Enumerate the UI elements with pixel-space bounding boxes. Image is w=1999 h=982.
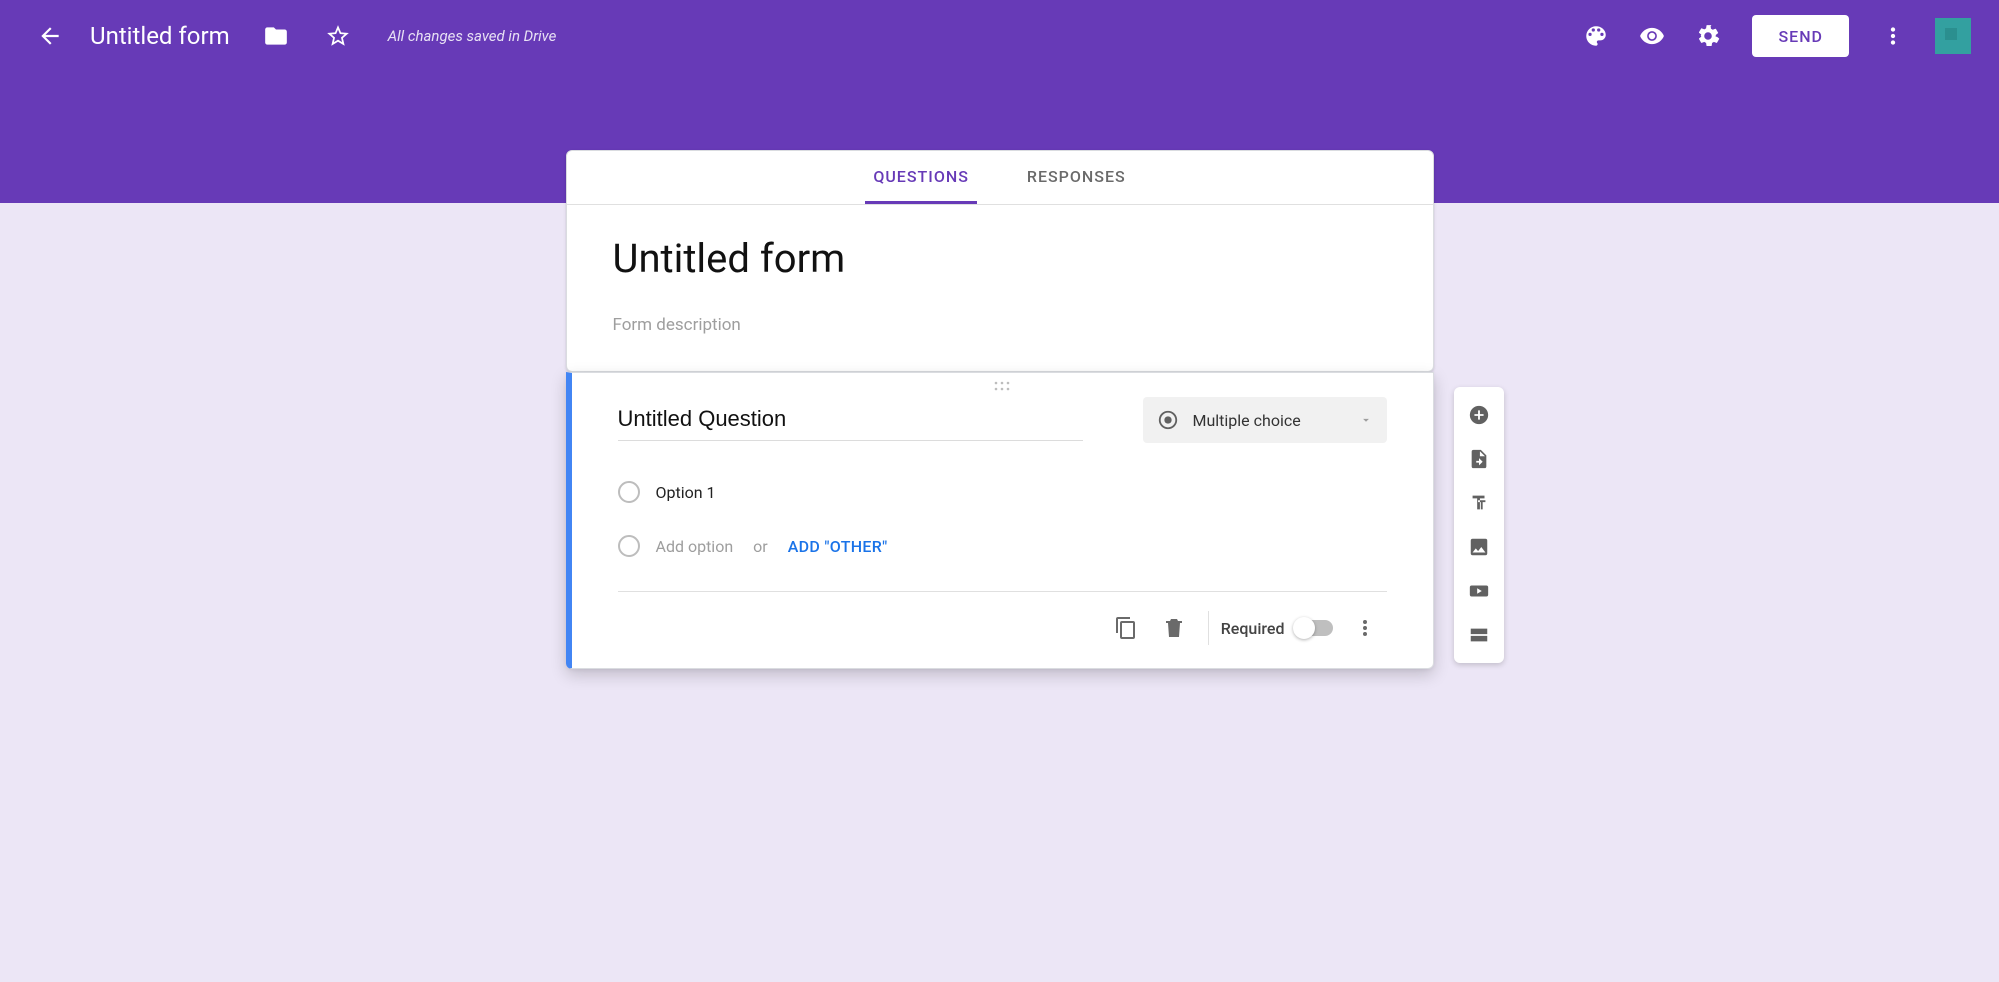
floating-toolbar [1454, 387, 1504, 663]
radio-icon [1157, 409, 1179, 431]
import-icon [1468, 448, 1490, 470]
add-image-button[interactable] [1457, 525, 1501, 569]
tab-questions[interactable]: QUESTIONS [865, 151, 977, 204]
radio-outline-icon [618, 481, 640, 503]
question-footer: Required [618, 591, 1387, 668]
question-more-button[interactable] [1343, 606, 1387, 650]
option-row[interactable]: Option 1 [618, 471, 1387, 513]
preview-button[interactable] [1630, 14, 1674, 58]
folder-icon [263, 23, 289, 49]
add-other-button[interactable]: ADD "OTHER" [788, 537, 888, 556]
gear-icon [1695, 23, 1721, 49]
copy-icon [1114, 616, 1138, 640]
form-stage: QUESTIONS RESPONSES Untitled form Form d… [566, 150, 1434, 669]
more-vert-icon [1353, 616, 1377, 640]
drag-handle-icon [994, 381, 1010, 393]
send-button[interactable]: SEND [1752, 15, 1849, 57]
back-button[interactable] [28, 14, 72, 58]
add-circle-icon [1468, 404, 1490, 426]
tabs: QUESTIONS RESPONSES [567, 151, 1433, 205]
more-menu-button[interactable] [1871, 14, 1915, 58]
toolbar-left: Untitled form All changes saved in Drive [28, 14, 556, 58]
settings-button[interactable] [1686, 14, 1730, 58]
add-option-button[interactable]: Add option [656, 537, 734, 556]
form-title-input[interactable]: Untitled form [613, 235, 1387, 289]
tab-responses[interactable]: RESPONSES [1019, 151, 1134, 204]
question-type-label: Multiple choice [1193, 411, 1345, 430]
more-vert-icon [1880, 23, 1906, 49]
arrow-left-icon [37, 23, 63, 49]
import-questions-button[interactable] [1457, 437, 1501, 481]
required-toggle[interactable] [1295, 620, 1333, 636]
question-type-selector[interactable]: Multiple choice [1143, 397, 1387, 443]
option-label[interactable]: Option 1 [656, 483, 716, 502]
radio-outline-icon [618, 535, 640, 557]
duplicate-button[interactable] [1104, 606, 1148, 650]
form-title-header[interactable]: Untitled form [90, 22, 230, 50]
or-text: or [753, 537, 768, 556]
text-icon [1468, 492, 1490, 514]
star-button[interactable] [316, 14, 360, 58]
add-video-button[interactable] [1457, 569, 1501, 613]
add-option-row: Add option or ADD "OTHER" [618, 525, 1387, 567]
caret-down-icon [1359, 413, 1373, 427]
question-card: Multiple choice Option 1 Add option or A… [566, 372, 1434, 669]
video-icon [1468, 580, 1490, 602]
theme-button[interactable] [1574, 14, 1618, 58]
account-avatar[interactable] [1935, 18, 1971, 54]
move-to-folder-button[interactable] [254, 14, 298, 58]
add-section-button[interactable] [1457, 613, 1501, 657]
toolbar: Untitled form All changes saved in Drive [0, 0, 1999, 72]
delete-button[interactable] [1152, 606, 1196, 650]
required-label: Required [1221, 619, 1285, 638]
palette-icon [1583, 23, 1609, 49]
image-icon [1468, 536, 1490, 558]
save-status: All changes saved in Drive [388, 27, 557, 45]
footer-divider [1208, 611, 1209, 645]
add-question-button[interactable] [1457, 393, 1501, 437]
section-icon [1468, 624, 1490, 646]
eye-icon [1639, 23, 1665, 49]
star-outline-icon [325, 23, 351, 49]
add-title-button[interactable] [1457, 481, 1501, 525]
form-description-input[interactable]: Form description [613, 315, 1387, 335]
form-header-card: QUESTIONS RESPONSES Untitled form Form d… [566, 150, 1434, 372]
options-list: Option 1 Add option or ADD "OTHER" [618, 471, 1387, 567]
drag-handle[interactable] [572, 373, 1433, 393]
trash-icon [1162, 616, 1186, 640]
question-title-input[interactable] [618, 400, 1083, 441]
